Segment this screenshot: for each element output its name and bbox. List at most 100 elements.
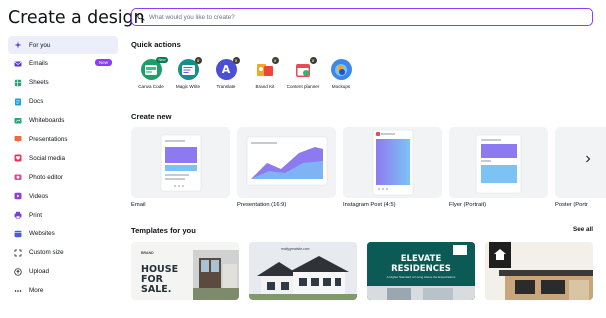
template-headline-line3: SALE. [141, 284, 172, 295]
create-instagram-post-card[interactable] [343, 127, 442, 198]
sidebar-item-sheets[interactable]: Sheets [8, 74, 118, 92]
create-new-label: Flyer (Portrait) [449, 202, 487, 208]
search-icon [137, 8, 145, 26]
quick-action-label: Content planner [286, 84, 320, 89]
upload-icon [14, 268, 22, 276]
page-title: Create a design [8, 8, 145, 28]
sidebar-item-more[interactable]: More [8, 282, 118, 300]
create-flyer-card[interactable] [449, 127, 548, 198]
quick-action-translate[interactable]: A ♛ Translate [208, 57, 244, 90]
sidebar-item-label: Upload [29, 268, 49, 276]
more-icon [14, 287, 22, 295]
chevron-right-icon[interactable] [585, 155, 591, 165]
create-new-label: Presentation (16:9) [237, 202, 287, 208]
sidebar-item-websites[interactable]: Websites [8, 225, 118, 243]
email-icon [14, 60, 22, 68]
flyer-thumbnail [475, 134, 522, 194]
sidebar-item-label: Videos [29, 192, 49, 200]
template-card[interactable]: reallygreatsite.com [249, 242, 357, 300]
sidebar-item-label: Emails [29, 60, 48, 68]
quick-action-mockups[interactable]: Mockups [323, 59, 359, 90]
sidebar-item-label: Presentations [29, 135, 68, 143]
magic-write-icon: ♛ [177, 57, 202, 80]
template-brand: BRAND [141, 251, 154, 255]
docs-icon [14, 98, 22, 106]
camera-icon [14, 173, 22, 181]
create-new-label: Email [131, 202, 146, 208]
sidebar-item-videos[interactable]: Videos [8, 187, 118, 205]
quick-action-label: Brand Kit [255, 84, 275, 89]
sidebar-item-label: Social media [29, 154, 66, 162]
sidebar-item-docs[interactable]: Docs [8, 93, 118, 111]
canva-code-icon: New [140, 57, 168, 80]
whiteboard-icon [14, 117, 22, 125]
sidebar-item-emails[interactable]: Emails New [8, 55, 118, 73]
quick-action-label: Magic Write [175, 84, 201, 89]
quick-action-label: Translate [216, 84, 236, 89]
translate-icon: A ♛ [215, 57, 240, 80]
video-icon [14, 192, 22, 200]
sidebar-item-upload[interactable]: Upload [8, 263, 118, 281]
sidebar: For you Emails New Sheets Docs Whiteboar… [8, 36, 118, 300]
brand-kit-icon: ♛ [254, 57, 279, 80]
sidebar-item-custom-size[interactable]: Custom size [8, 244, 118, 262]
website-icon [14, 230, 22, 238]
template-subtitle: A Higher Standard of Living Above the Ex… [386, 275, 456, 279]
quick-action-label: Canva Code [138, 84, 164, 89]
sidebar-item-label: Print [29, 211, 42, 219]
create-new-label: Instagram Post (4:5) [343, 202, 396, 208]
template-headline-line1: ELEVATE [400, 254, 442, 264]
quick-action-label: Mockups [331, 84, 351, 89]
create-new-title: Create new [131, 112, 172, 121]
create-email-card[interactable] [131, 127, 230, 198]
quick-action-content-planner[interactable]: ♛ Content planner [285, 57, 321, 90]
sidebar-item-whiteboards[interactable]: Whiteboards [8, 112, 118, 130]
crown-icon: ♛ [194, 57, 202, 64]
search-bar[interactable] [131, 8, 593, 26]
see-all-link[interactable]: See all [573, 226, 593, 233]
new-badge: New [156, 57, 168, 63]
custom-size-icon [14, 249, 22, 257]
templates-title: Templates for you [131, 226, 196, 235]
crown-icon: ♛ [309, 57, 317, 64]
quick-action-canva-code[interactable]: New Canva Code [133, 57, 169, 90]
create-new-label: Poster (Portr [555, 202, 588, 208]
template-card[interactable]: BRAND HOUSE FOR SALE. [131, 242, 239, 300]
presentation-icon [14, 135, 22, 143]
quick-actions-title: Quick actions [131, 40, 181, 49]
crown-icon: ♛ [271, 57, 279, 64]
sidebar-item-for-you[interactable]: For you [8, 36, 118, 54]
sheets-icon [14, 79, 22, 87]
template-card[interactable] [485, 242, 593, 300]
create-poster-card[interactable] [555, 127, 606, 198]
quick-action-magic-write[interactable]: ♛ Magic Write [170, 57, 206, 90]
instagram-post-thumbnail [372, 129, 414, 196]
sidebar-item-label: Photo editor [29, 173, 63, 181]
calendar-icon: ♛ [292, 57, 317, 80]
template-url: reallygreatsite.com [281, 247, 310, 251]
sidebar-item-presentations[interactable]: Presentations [8, 130, 118, 148]
template-headline-line2: RESIDENCES [391, 264, 451, 274]
heart-icon [14, 154, 22, 162]
sidebar-item-label: Websites [29, 230, 55, 238]
search-input[interactable] [149, 10, 579, 24]
template-card[interactable]: ELEVATE RESIDENCES A Higher Standard of … [367, 242, 475, 300]
sidebar-item-label: Docs [29, 98, 44, 106]
print-icon [14, 211, 22, 219]
sidebar-item-label: For you [29, 41, 51, 49]
quick-action-brand-kit[interactable]: ♛ Brand Kit [247, 57, 283, 90]
sparkle-icon [14, 41, 22, 49]
presentation-thumbnail [246, 136, 328, 186]
create-presentation-card[interactable] [237, 127, 336, 198]
sidebar-item-label: Whiteboards [29, 117, 65, 125]
sidebar-item-label: More [29, 287, 44, 295]
new-badge: New [94, 59, 112, 67]
sidebar-item-print[interactable]: Print [8, 206, 118, 224]
crown-icon: ♛ [232, 57, 240, 64]
sidebar-item-photo-editor[interactable]: Photo editor [8, 168, 118, 186]
sidebar-item-social-media[interactable]: Social media [8, 149, 118, 167]
modern-house-photo [485, 242, 593, 300]
sidebar-item-label: Custom size [29, 249, 64, 257]
sidebar-item-label: Sheets [29, 79, 49, 87]
email-thumbnail [160, 134, 202, 192]
